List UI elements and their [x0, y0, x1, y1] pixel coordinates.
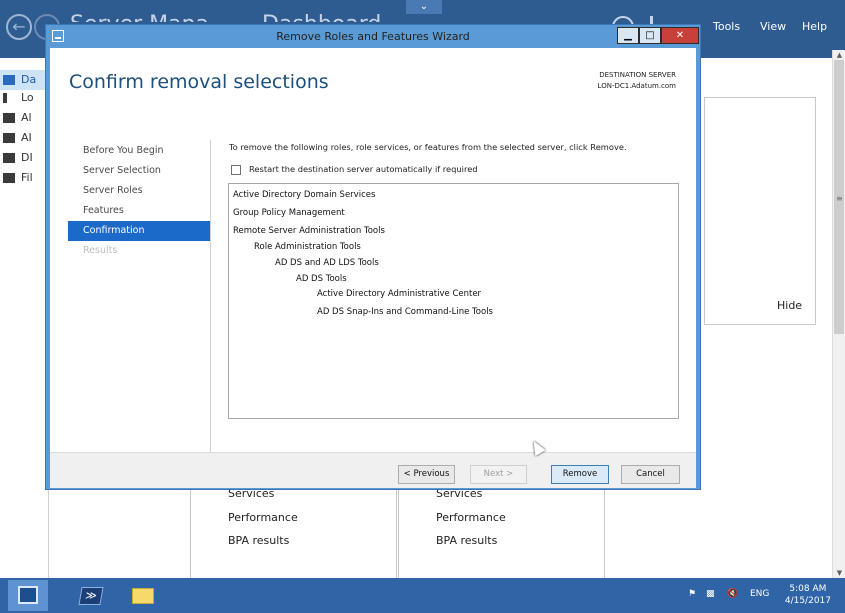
wizard-footer: < Previous Next > Remove Cancel [50, 452, 696, 488]
server-manager-sidebar: Da Lo Al AI DI Fil [0, 58, 49, 578]
tile-bpa-results-link[interactable]: BPA results [436, 534, 497, 547]
all-servers-icon [3, 113, 15, 123]
step-results: Results [83, 245, 118, 256]
wizard-content: Confirm removal selections DESTINATION S… [50, 48, 696, 488]
instruction-text: To remove the following roles, role serv… [229, 142, 627, 152]
taskbar-server-manager-button[interactable] [8, 580, 48, 611]
role-tile[interactable]: Services Performance BPA results [190, 478, 397, 584]
step-before-you-begin[interactable]: Before You Begin [68, 141, 210, 161]
cancel-button[interactable]: Cancel [621, 465, 680, 484]
file-services-icon [3, 173, 15, 183]
powershell-icon: ≫ [78, 587, 104, 605]
sidebar-item-ad-ds[interactable]: AI [0, 128, 48, 148]
list-item: Active Directory Domain Services [233, 190, 376, 200]
remove-button[interactable]: Remove [551, 465, 609, 484]
list-item: Group Policy Management [233, 208, 345, 218]
wizard-steps-nav: Before You Begin Server Selection Server… [68, 141, 210, 261]
system-clock[interactable]: 5:08 AM 4/15/2017 [785, 583, 831, 607]
tile-bpa-results-link[interactable]: BPA results [228, 534, 289, 547]
role-tile[interactable]: Services Performance BPA results [398, 478, 605, 584]
list-item: Remote Server Administration Tools [233, 226, 385, 236]
scroll-grip-icon: ≡ [836, 194, 843, 203]
scroll-up-icon[interactable]: ▲ [833, 50, 845, 60]
taskbar-file-explorer-button[interactable] [124, 580, 164, 611]
welcome-panel [704, 97, 816, 325]
list-item: Role Administration Tools [254, 242, 361, 252]
step-server-roles[interactable]: Server Roles [68, 181, 210, 201]
wizard-title: Remove Roles and Features Wizard [276, 30, 470, 43]
page-title: Confirm removal selections [69, 71, 329, 93]
action-center-flag-icon[interactable]: ⚑ [688, 589, 696, 599]
sidebar-item-dashboard[interactable]: Da [0, 70, 48, 90]
tile-performance-link[interactable]: Performance [436, 511, 506, 524]
taskbar-powershell-button[interactable]: ≫ [72, 580, 112, 611]
vertical-scrollbar[interactable]: ▲ ≡ ▼ [832, 50, 845, 578]
maximize-button[interactable]: □ [639, 27, 661, 44]
menu-view[interactable]: View [760, 20, 786, 33]
removal-items-list: Active Directory Domain Services Group P… [228, 183, 679, 419]
close-button[interactable]: ✕ [661, 27, 699, 44]
step-server-selection[interactable]: Server Selection [68, 161, 210, 181]
list-item: Active Directory Administrative Center [317, 289, 482, 299]
restart-checkbox-label[interactable]: Restart the destination server automatic… [249, 164, 478, 174]
local-server-icon [3, 93, 7, 103]
steps-divider [210, 140, 211, 457]
chevron-down-icon[interactable]: ⌄ [406, 0, 442, 14]
list-item: AD DS Tools [296, 274, 347, 284]
scroll-down-icon[interactable]: ▼ [833, 568, 845, 578]
menu-tools[interactable]: Tools [713, 20, 740, 33]
ad-ds-icon [3, 133, 15, 143]
sidebar-item-local-server[interactable]: Lo [0, 88, 48, 108]
step-features[interactable]: Features [68, 201, 210, 221]
list-item: AD DS and AD LDS Tools [275, 258, 379, 268]
list-item: AD DS Snap-Ins and Command-Line Tools [317, 307, 493, 317]
menu-help[interactable]: Help [802, 20, 827, 33]
destination-server-value: LON-DC1.Adatum.com [597, 82, 676, 90]
taskbar: ≫ ⚑ ▩ 🔇 ENG 5:08 AM 4/15/2017 [0, 578, 845, 613]
server-manager-icon [18, 586, 38, 604]
sidebar-item-all-servers[interactable]: Al [0, 108, 48, 128]
file-explorer-icon [132, 588, 154, 604]
dns-icon [3, 153, 15, 163]
next-button: Next > [470, 465, 527, 484]
clock-date: 4/15/2017 [784, 596, 831, 606]
input-language-indicator[interactable]: ENG [750, 589, 769, 599]
previous-button[interactable]: < Previous [398, 465, 455, 484]
network-icon[interactable]: ▩ [706, 589, 715, 599]
remove-roles-wizard: Remove Roles and Features Wizard ▁ □ ✕ C… [45, 24, 701, 490]
minimize-button[interactable]: ▁ [617, 27, 639, 44]
step-confirmation[interactable]: Confirmation [68, 221, 210, 241]
clock-time: 5:08 AM [789, 584, 827, 594]
volume-muted-icon[interactable]: 🔇 [727, 589, 738, 599]
dashboard-icon [3, 75, 15, 85]
hide-link[interactable]: Hide [777, 299, 802, 312]
sidebar-item-dns[interactable]: DI [0, 148, 48, 168]
sidebar-item-file-services[interactable]: Fil [0, 168, 48, 188]
back-arrow-icon[interactable]: ← [6, 14, 32, 40]
restart-checkbox[interactable] [231, 165, 241, 175]
wizard-titlebar[interactable]: Remove Roles and Features Wizard ▁ □ ✕ [46, 25, 700, 48]
tile-performance-link[interactable]: Performance [228, 511, 298, 524]
destination-server-label: DESTINATION SERVER [599, 71, 676, 79]
